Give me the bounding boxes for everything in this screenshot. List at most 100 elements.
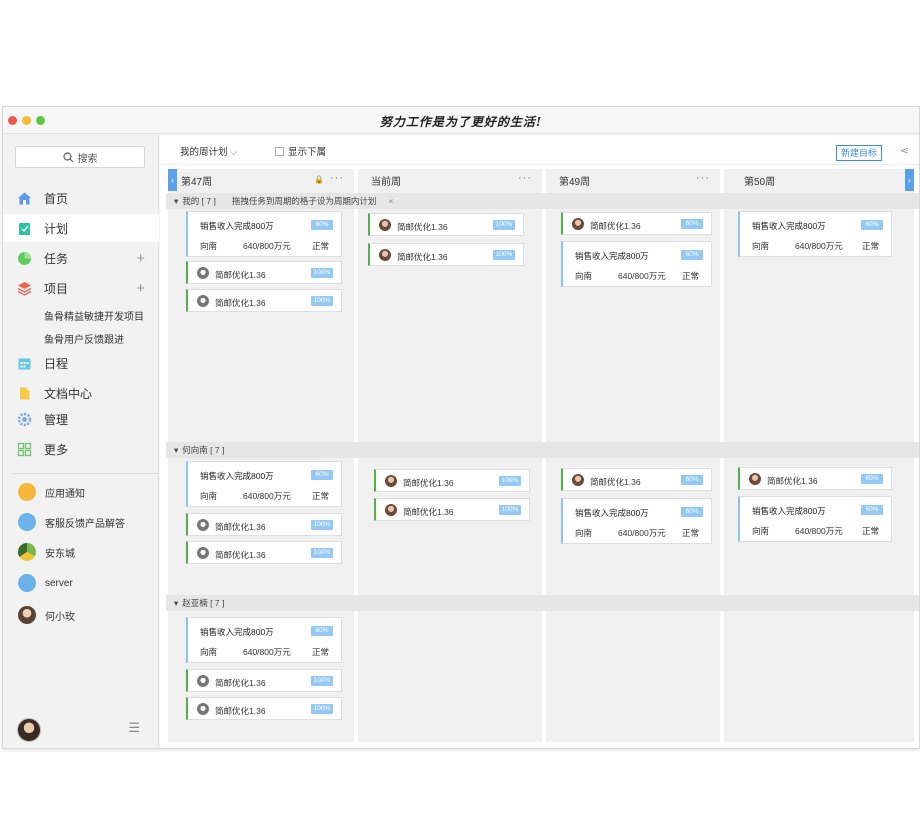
goal-amount: 640/800万元 (243, 647, 291, 657)
task-card[interactable]: 简邮优化1.36 100% (186, 513, 342, 536)
progress-badge: 100% (493, 250, 515, 260)
column-header: 第49周 ··· (546, 169, 720, 191)
server-avatar (18, 574, 36, 592)
search-icon (62, 151, 73, 162)
task-card[interactable]: 简邮优化1.36 60% (738, 467, 892, 490)
goal-card[interactable]: 销售收入完成800万 60% 向南 640/800万元 正常 (561, 241, 712, 287)
nav-project[interactable]: 项目 + (3, 274, 159, 302)
goal-card[interactable]: 销售收入完成800万 60% 向南 640/800万元 正常 (186, 617, 342, 663)
swimlane-header[interactable]: ▾ 我的 [ 7 ] 拖拽任务到周期的格子设为周期内计划 × (166, 193, 919, 209)
goal-amount: 640/800万元 (795, 526, 843, 536)
task-card[interactable]: 简邮优化1.36 100% (186, 261, 342, 284)
swimlane-header[interactable]: ▾ 赵亚楠 [ 7 ] (166, 595, 919, 611)
show-sub-checkbox[interactable]: 显示下属 (275, 144, 326, 158)
nav-task[interactable]: 任务 + (3, 244, 159, 272)
support-avatar (18, 513, 36, 531)
share-icon[interactable]: ⋖ (900, 144, 909, 157)
goal-card[interactable]: 销售收入完成800万 60% 向南 640/800万元 正常 (186, 461, 342, 507)
nav-more[interactable]: 更多 (3, 435, 159, 463)
caret-down-icon: ▾ (174, 444, 179, 455)
goal-owner: 向南 (575, 271, 593, 281)
close-hint-icon[interactable]: × (388, 196, 393, 206)
project-item-1[interactable]: 鱼骨精益敏捷开发项目 (44, 308, 144, 323)
add-project-icon[interactable]: + (136, 281, 145, 296)
lane-label: 我的 [ 7 ] (182, 196, 216, 206)
task-name: 简邮优化1.36 (215, 270, 266, 280)
caret-down-icon: ▾ (174, 597, 179, 608)
user-avatar (18, 606, 36, 624)
task-name: 简邮优化1.36 (215, 678, 266, 688)
progress-badge: 100% (499, 476, 521, 486)
nav-home[interactable]: 首页 (3, 184, 159, 212)
task-card[interactable]: 简邮优化1.36 100% (368, 213, 524, 236)
nav-task-label: 任务 (44, 251, 69, 266)
task-card[interactable]: 简邮优化1.36 100% (186, 669, 342, 692)
goal-card[interactable]: 销售收入完成800万 60% 向南 640/800万元 正常 (738, 211, 892, 257)
contact-label: server (45, 577, 73, 589)
goal-status: 正常 (681, 528, 699, 538)
task-card[interactable]: 简邮优化1.36 100% (374, 498, 530, 521)
search-button[interactable]: 搜索 (15, 146, 145, 168)
goal-card[interactable]: 销售收入完成800万 60% 向南 640/800万元 正常 (738, 496, 892, 542)
user-avatar (197, 519, 209, 531)
task-name: 简邮优化1.36 (215, 522, 266, 532)
progress-badge: 60% (681, 219, 703, 229)
notice-avatar (18, 483, 36, 501)
collapse-menu-icon[interactable]: ☰ (128, 720, 140, 736)
progress-badge: 60% (681, 475, 703, 485)
user-avatar (385, 504, 397, 516)
task-card[interactable]: 简邮优化1.36 100% (368, 243, 524, 266)
prev-week-arrow[interactable]: ‹ (168, 169, 177, 191)
swimlane-header[interactable]: ▾ 何向南 [ 7 ] (166, 442, 919, 458)
lane-label: 何向南 [ 7 ] (182, 445, 225, 455)
add-task-icon[interactable]: + (136, 251, 145, 266)
goal-owner: 向南 (200, 241, 218, 251)
user-avatar (379, 219, 391, 231)
contact-label: 应用通知 (45, 488, 85, 500)
task-card[interactable]: 简邮优化1.36 100% (186, 541, 342, 564)
contact-he[interactable]: 何小玫 (3, 603, 159, 627)
goal-name: 销售收入完成800万 (575, 251, 649, 261)
progress-badge: 100% (311, 676, 333, 686)
contact-support[interactable]: 客服反馈产品解答 (3, 510, 159, 534)
nav-calendar[interactable]: 日程 (3, 349, 159, 377)
nav-documents[interactable]: 文档中心 (3, 379, 159, 407)
goal-status: 正常 (861, 526, 879, 536)
nav-home-label: 首页 (44, 191, 69, 206)
more-icon[interactable]: ··· (330, 172, 344, 184)
goal-card[interactable]: 销售收入完成800万 60% 向南 640/800万元 正常 (186, 211, 342, 257)
lock-icon: 🔒 (314, 175, 324, 184)
gear-icon (17, 412, 32, 426)
nav-plan[interactable]: 计划 (3, 214, 159, 242)
user-avatar (18, 543, 36, 561)
sidebar-divider (13, 473, 158, 474)
task-name: 简邮优化1.36 (215, 706, 266, 716)
plan-select[interactable]: 我的周计划 ⌵ (180, 144, 237, 158)
project-item-2[interactable]: 鱼骨用户反馈跟进 (44, 331, 124, 346)
search-label: 搜索 (77, 153, 98, 165)
task-card[interactable]: 简邮优化1.36 100% (186, 697, 342, 720)
nav-documents-label: 文档中心 (44, 386, 93, 401)
nav-more-label: 更多 (44, 442, 69, 457)
task-card[interactable]: 简邮优化1.36 100% (374, 469, 530, 492)
progress-badge: 100% (311, 704, 333, 714)
goal-card[interactable]: 销售收入完成800万 60% 向南 640/800万元 正常 (561, 498, 712, 544)
next-week-arrow[interactable]: › (905, 169, 914, 191)
more-icon[interactable]: ··· (696, 172, 710, 184)
task-name: 简邮优化1.36 (767, 476, 818, 486)
nav-project-label: 项目 (44, 281, 69, 296)
task-card[interactable]: 简邮优化1.36 60% (561, 468, 712, 491)
goal-owner: 向南 (752, 241, 770, 251)
contact-an[interactable]: 安东城 (3, 540, 159, 564)
task-card[interactable]: 简邮优化1.36 60% (561, 212, 712, 235)
contact-app-notice[interactable]: 应用通知 (3, 480, 159, 504)
new-goal-button[interactable]: 新建目标 (835, 145, 882, 161)
my-avatar[interactable] (17, 718, 41, 742)
nav-manage[interactable]: 管理 (3, 405, 159, 433)
more-icon[interactable]: ··· (518, 172, 532, 184)
contact-server[interactable]: server (3, 571, 159, 595)
task-card[interactable]: 简邮优化1.36 100% (186, 289, 342, 312)
progress-badge: 60% (861, 474, 883, 484)
goal-name: 销售收入完成800万 (575, 508, 649, 518)
goal-amount: 640/800万元 (795, 241, 843, 251)
